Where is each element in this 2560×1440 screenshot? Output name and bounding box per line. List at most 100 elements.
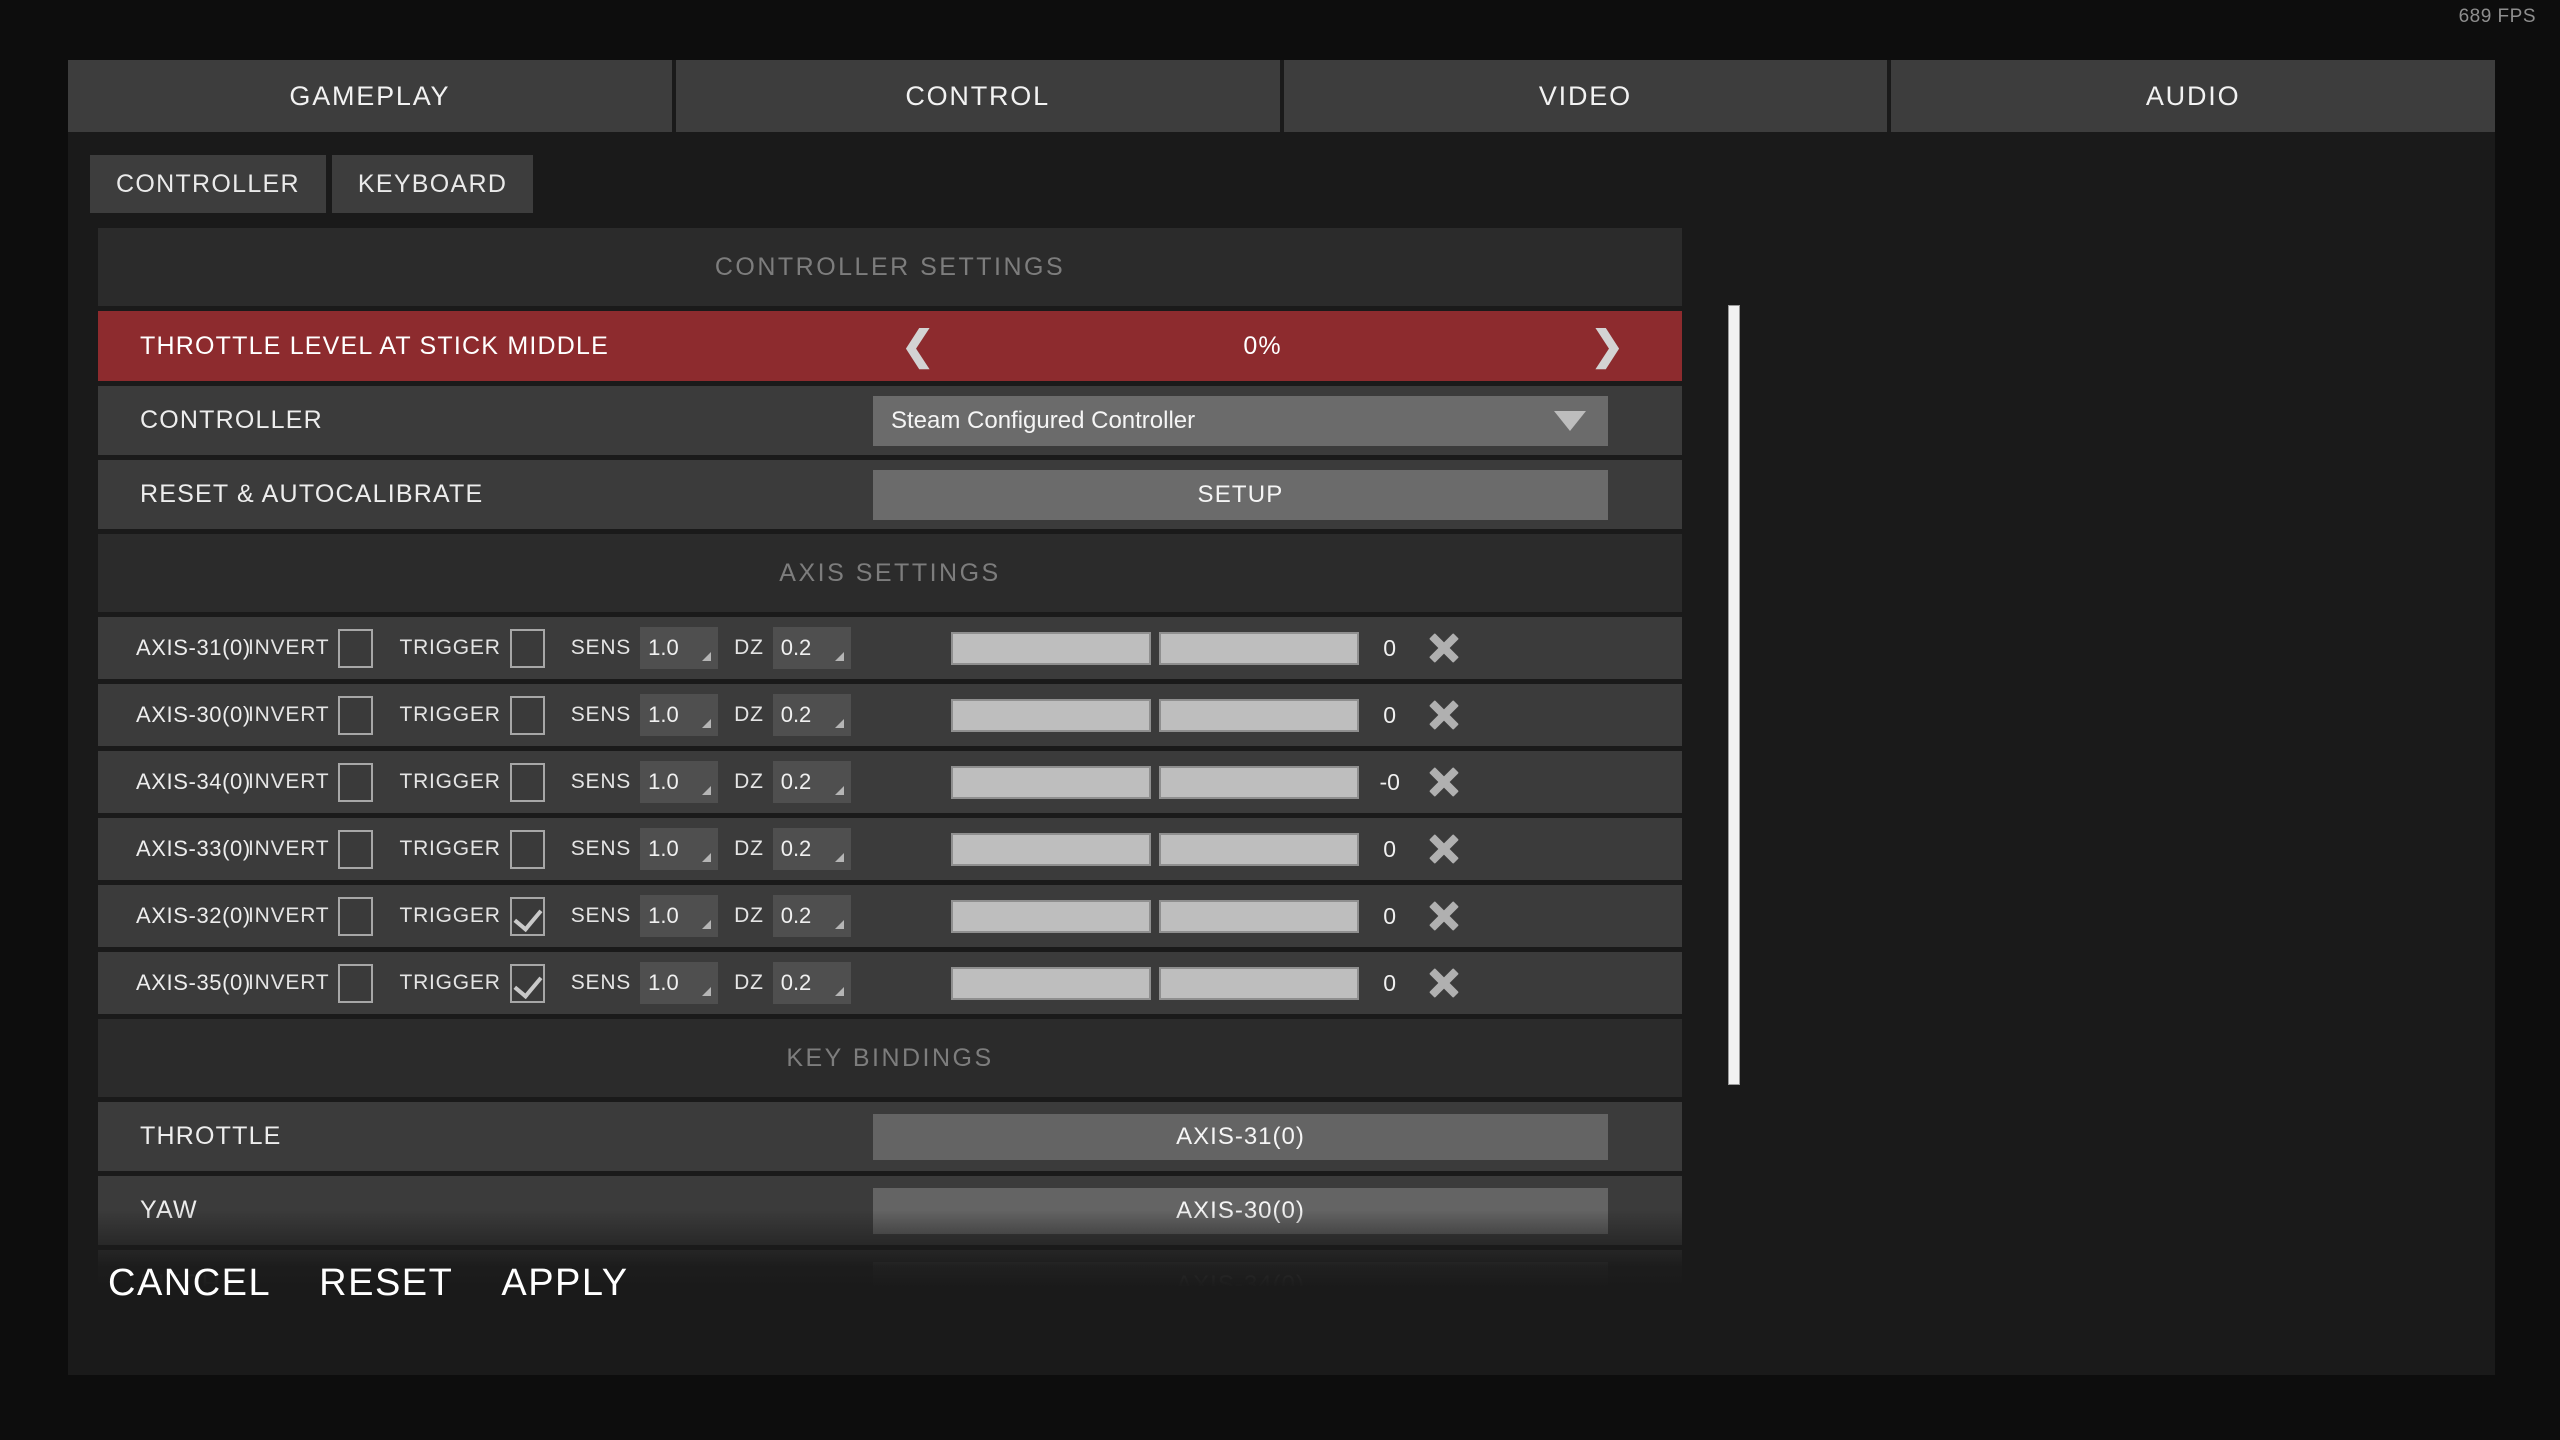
- resize-grip-icon[interactable]: [835, 786, 844, 795]
- remove-axis-icon[interactable]: [1421, 893, 1467, 939]
- sens-stepper[interactable]: 1.0: [640, 694, 718, 736]
- axis-row[interactable]: AXIS-30(0)INVERTTRIGGERSENS1.0DZ0.20: [98, 684, 1682, 746]
- resize-grip-icon[interactable]: [835, 719, 844, 728]
- trigger-checkbox[interactable]: [510, 763, 545, 802]
- row-label: THROTTLE LEVEL AT STICK MIDDLE: [98, 332, 609, 361]
- resize-grip-icon[interactable]: [835, 853, 844, 862]
- sens-stepper[interactable]: 1.0: [640, 895, 718, 937]
- sub-tab-bar: CONTROLLERKEYBOARD: [90, 155, 533, 213]
- invert-checkbox[interactable]: [338, 964, 373, 1003]
- sub-tab-keyboard[interactable]: KEYBOARD: [332, 155, 533, 213]
- axis-meter: [951, 900, 1359, 933]
- trigger-checkbox[interactable]: [510, 830, 545, 869]
- trigger-label: TRIGGER: [399, 703, 500, 727]
- resize-grip-icon[interactable]: [702, 786, 711, 795]
- apply-button[interactable]: APPLY: [501, 1262, 628, 1305]
- chevron-right-icon[interactable]: ❯: [1590, 326, 1624, 366]
- invert-checkbox[interactable]: [338, 696, 373, 735]
- resize-grip-icon[interactable]: [702, 719, 711, 728]
- axis-meter-bar-right: [1159, 699, 1359, 732]
- axis-row[interactable]: AXIS-34(0)INVERTTRIGGERSENS1.0DZ0.2-0: [98, 751, 1682, 813]
- key-binding-value[interactable]: AXIS-34(0): [873, 1262, 1608, 1287]
- axis-meter: [951, 967, 1359, 1000]
- main-tab-video[interactable]: VIDEO: [1284, 60, 1888, 132]
- dz-label: DZ: [734, 904, 764, 928]
- dz-value: 0.2: [773, 635, 812, 661]
- sens-stepper[interactable]: 1.0: [640, 761, 718, 803]
- resize-grip-icon[interactable]: [835, 987, 844, 996]
- trigger-label: TRIGGER: [399, 770, 500, 794]
- axis-value: 0: [1359, 903, 1421, 930]
- main-tab-audio[interactable]: AUDIO: [1891, 60, 2495, 132]
- footer-button-bar: CANCEL RESET APPLY: [108, 1262, 629, 1305]
- trigger-checkbox[interactable]: [510, 897, 545, 936]
- invert-checkbox[interactable]: [338, 830, 373, 869]
- vertical-scrollbar[interactable]: [1728, 305, 1740, 1085]
- sens-stepper[interactable]: 1.0: [640, 627, 718, 669]
- settings-scroll-viewport[interactable]: CONTROLLER SETTINGS THROTTLE LEVEL AT ST…: [98, 228, 1682, 1286]
- axis-meter-bar-right: [1159, 833, 1359, 866]
- remove-axis-icon[interactable]: [1421, 625, 1467, 671]
- row-throttle-level-at-stick-middle[interactable]: THROTTLE LEVEL AT STICK MIDDLE ❮ 0% ❯: [98, 311, 1682, 381]
- dz-value: 0.2: [773, 702, 812, 728]
- axis-row[interactable]: AXIS-32(0)INVERTTRIGGERSENS1.0DZ0.20: [98, 885, 1682, 947]
- axis-name: AXIS-30(0): [98, 702, 248, 728]
- sens-stepper[interactable]: 1.0: [640, 828, 718, 870]
- key-binding-value[interactable]: AXIS-31(0): [873, 1114, 1608, 1160]
- dz-stepper[interactable]: 0.2: [773, 627, 851, 669]
- trigger-checkbox[interactable]: [510, 629, 545, 668]
- resize-grip-icon[interactable]: [702, 920, 711, 929]
- axis-row[interactable]: AXIS-35(0)INVERTTRIGGERSENS1.0DZ0.20: [98, 952, 1682, 1014]
- axis-meter-bar-left: [951, 766, 1151, 799]
- key-binding-row[interactable]: THROTTLEAXIS-31(0): [98, 1102, 1682, 1171]
- resize-grip-icon[interactable]: [835, 652, 844, 661]
- row-controller[interactable]: CONTROLLER Steam Configured Controller: [98, 386, 1682, 455]
- main-tab-gameplay[interactable]: GAMEPLAY: [68, 60, 672, 132]
- axis-meter: [951, 766, 1359, 799]
- trigger-checkbox[interactable]: [510, 696, 545, 735]
- dz-stepper[interactable]: 0.2: [773, 694, 851, 736]
- axis-name: AXIS-32(0): [98, 903, 248, 929]
- axis-value: -0: [1359, 769, 1421, 796]
- key-binding-value[interactable]: AXIS-30(0): [873, 1188, 1608, 1234]
- key-binding-row[interactable]: YAWAXIS-30(0): [98, 1176, 1682, 1245]
- invert-label: INVERT: [248, 770, 329, 794]
- fps-counter: 689 FPS: [2459, 6, 2536, 28]
- axis-row[interactable]: AXIS-31(0)INVERTTRIGGERSENS1.0DZ0.20: [98, 617, 1682, 679]
- axis-row[interactable]: AXIS-33(0)INVERTTRIGGERSENS1.0DZ0.20: [98, 818, 1682, 880]
- resize-grip-icon[interactable]: [835, 920, 844, 929]
- main-tab-control[interactable]: CONTROL: [676, 60, 1280, 132]
- remove-axis-icon[interactable]: [1421, 960, 1467, 1006]
- dz-stepper[interactable]: 0.2: [773, 761, 851, 803]
- axis-value: 0: [1359, 702, 1421, 729]
- dz-stepper[interactable]: 0.2: [773, 962, 851, 1004]
- cancel-button[interactable]: CANCEL: [108, 1262, 271, 1305]
- game-settings-screen: 689 FPS GAMEPLAYCONTROLVIDEOAUDIO CONTRO…: [0, 0, 2560, 1440]
- settings-panel: GAMEPLAYCONTROLVIDEOAUDIO CONTROLLERKEYB…: [68, 60, 2495, 1375]
- sens-stepper[interactable]: 1.0: [640, 962, 718, 1004]
- reset-button[interactable]: RESET: [319, 1262, 453, 1305]
- dz-stepper[interactable]: 0.2: [773, 895, 851, 937]
- dz-value: 0.2: [773, 903, 812, 929]
- resize-grip-icon[interactable]: [702, 987, 711, 996]
- remove-axis-icon[interactable]: [1421, 692, 1467, 738]
- sens-label: SENS: [571, 837, 631, 861]
- invert-checkbox[interactable]: [338, 763, 373, 802]
- row-reset-autocalibrate[interactable]: RESET & AUTOCALIBRATE SETUP: [98, 460, 1682, 529]
- trigger-label: TRIGGER: [399, 904, 500, 928]
- sub-tab-controller[interactable]: CONTROLLER: [90, 155, 326, 213]
- remove-axis-icon[interactable]: [1421, 826, 1467, 872]
- controller-dropdown[interactable]: Steam Configured Controller: [873, 396, 1608, 446]
- axis-meter-bar-right: [1159, 632, 1359, 665]
- resize-grip-icon[interactable]: [702, 652, 711, 661]
- invert-checkbox[interactable]: [338, 629, 373, 668]
- dz-label: DZ: [734, 971, 764, 995]
- invert-checkbox[interactable]: [338, 897, 373, 936]
- setup-button[interactable]: SETUP: [873, 470, 1608, 520]
- resize-grip-icon[interactable]: [702, 853, 711, 862]
- remove-axis-icon[interactable]: [1421, 759, 1467, 805]
- dz-stepper[interactable]: 0.2: [773, 828, 851, 870]
- main-tab-bar: GAMEPLAYCONTROLVIDEOAUDIO: [68, 60, 2495, 132]
- chevron-left-icon[interactable]: ❮: [901, 326, 935, 366]
- trigger-checkbox[interactable]: [510, 964, 545, 1003]
